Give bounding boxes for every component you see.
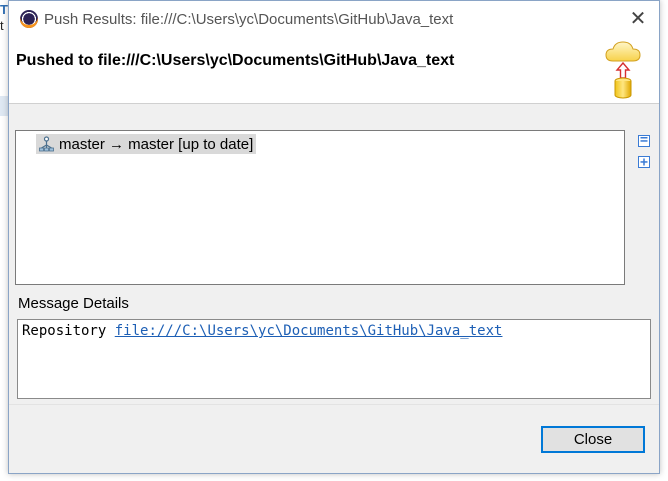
tree-row-label: master → master [up to date] [59,135,254,153]
background-text: t [0,18,4,33]
dialog-header: Pushed to file:///C:\Users\yc\Documents\… [9,39,659,104]
branch-icon [39,136,54,152]
footer-divider [9,404,659,405]
message-details-label: Message Details [18,295,129,312]
repository-link[interactable]: file:///C:\Users\yc\Documents\GitHub\Jav… [115,323,503,339]
results-tree[interactable]: master → master [up to date] [15,130,625,285]
eclipse-icon [20,10,38,28]
tree-row[interactable]: master → master [up to date] [36,134,257,154]
push-results-dialog: Push Results: file:///C:\Users\yc\Docume… [8,0,660,474]
message-line: Repository file:///C:\Users\yc\Documents… [22,323,502,339]
window-title: Push Results: file:///C:\Users\yc\Docume… [44,11,454,28]
close-icon[interactable]: ✕ [626,7,650,31]
background-text: T [0,2,8,17]
cloud-push-repository-icon [605,41,641,99]
page-title: Pushed to file:///C:\Users\yc\Documents\… [16,52,455,69]
expand-all-icon[interactable] [637,155,651,169]
close-button[interactable]: Close [541,426,645,453]
message-details-box[interactable]: Repository file:///C:\Users\yc\Documents… [17,319,651,399]
collapse-all-icon[interactable] [637,134,651,148]
title-bar[interactable]: Push Results: file:///C:\Users\yc\Docume… [9,1,659,39]
repository-prefix: Repository [22,323,107,339]
